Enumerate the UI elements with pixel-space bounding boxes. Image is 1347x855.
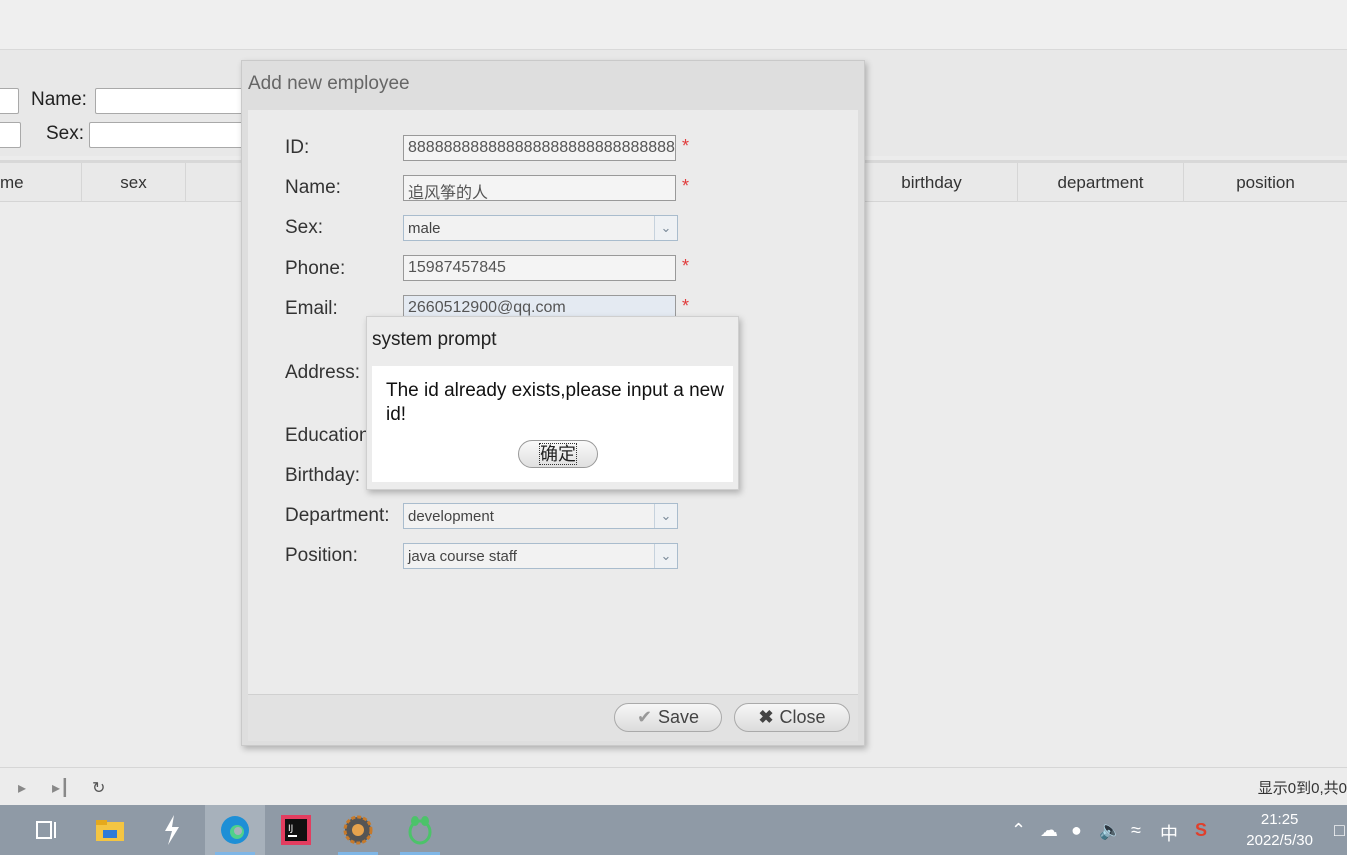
department-label: Department: (285, 505, 390, 526)
search-sex-label: Sex: (46, 123, 85, 144)
column-header-name[interactable]: me (0, 163, 82, 202)
cloud-icon[interactable]: ☁ (1040, 820, 1058, 841)
svg-text:IJ: IJ (288, 824, 293, 834)
pager: ▸ ▸┃ ↻ 显示0到0,共0 (0, 767, 1347, 805)
navicat-icon (408, 816, 432, 845)
task-view-icon (36, 821, 56, 839)
next-page-icon[interactable]: ▸ (18, 778, 26, 798)
email-required-mark: * (682, 296, 690, 316)
file-explorer-button[interactable] (80, 805, 140, 855)
position-select-value: java course staff (408, 548, 517, 565)
name-required-mark: * (682, 176, 690, 196)
phone-input[interactable]: 15987457845 (403, 255, 676, 281)
pager-info: 显示0到0,共0 (1257, 780, 1347, 797)
last-page-icon[interactable]: ▸┃ (52, 778, 70, 798)
chevron-up-icon[interactable]: ⌃ (1011, 820, 1026, 841)
chevron-down-icon[interactable]: ⌄ (654, 544, 677, 568)
birthday-label: Birthday: (285, 465, 360, 486)
dialog-footer: ✔ Save ✖ Close (248, 694, 858, 741)
task-view-button[interactable] (17, 805, 77, 855)
id-required-mark: * (682, 136, 690, 156)
close-button-label: Close (779, 707, 826, 727)
gear-icon (343, 815, 373, 845)
id-label: ID: (285, 137, 310, 158)
system-prompt-dialog: system prompt The id already exists,plea… (366, 316, 739, 490)
address-label: Address: (285, 362, 360, 383)
wifi-icon[interactable]: ≈ (1131, 820, 1141, 841)
close-button[interactable]: ✖ Close (734, 703, 850, 732)
column-header-department[interactable]: department (1018, 163, 1184, 202)
top-bar (0, 0, 1347, 50)
intellij-button[interactable]: IJ (266, 805, 326, 855)
column-header-birthday[interactable]: birthday (846, 163, 1018, 202)
speaker-muted-icon[interactable]: 🔈 (1099, 820, 1121, 841)
save-button-label: Save (658, 707, 700, 727)
hbuilder-button[interactable] (328, 805, 388, 855)
name-label: Name: (285, 177, 341, 198)
qq-icon[interactable]: ● (1071, 820, 1082, 841)
column-header-sex[interactable]: sex (82, 163, 186, 202)
prompt-message: The id already exists,please input a new… (386, 380, 724, 425)
folder-icon (96, 820, 124, 841)
vscode-button[interactable] (142, 805, 202, 855)
sex-select-value: male (408, 220, 441, 237)
search-field-partial-2[interactable] (0, 122, 21, 148)
department-select[interactable]: development ⌄ (403, 503, 678, 529)
refresh-icon[interactable]: ↻ (92, 778, 105, 798)
navicat-button[interactable] (390, 805, 450, 855)
department-select-value: development (408, 508, 494, 525)
search-name-label: Name: (31, 89, 87, 110)
name-input[interactable]: 追风筝的人 (403, 175, 676, 201)
clock-time: 21:25 (1260, 811, 1299, 828)
search-name-input[interactable] (95, 88, 245, 114)
sogou-input-icon[interactable]: S (1195, 820, 1207, 841)
edge-icon (221, 816, 249, 844)
sex-select[interactable]: male ⌄ (403, 215, 678, 241)
dialog-title: Add new employee (248, 73, 410, 94)
ok-button-label: 确定 (539, 443, 577, 465)
intellij-icon: IJ (281, 815, 311, 845)
position-select[interactable]: java course staff ⌄ (403, 543, 678, 569)
taskbar: IJ ⌃ ☁ ● 🔈 ≈ 中 S 21:25 2022/5/30 □ (0, 805, 1347, 855)
email-label: Email: (285, 298, 338, 319)
search-sex-input[interactable] (89, 122, 245, 148)
notification-icon[interactable]: □ (1334, 820, 1345, 841)
education-label: Education (285, 425, 370, 446)
column-header-blank[interactable] (186, 163, 246, 202)
check-icon: ✔ (636, 707, 653, 727)
ok-button[interactable]: 确定 (518, 440, 598, 468)
clock[interactable]: 21:25 2022/5/30 (1246, 809, 1313, 851)
clock-date: 2022/5/30 (1246, 832, 1313, 849)
sex-label: Sex: (285, 217, 324, 238)
save-button[interactable]: ✔ Save (614, 703, 722, 732)
edge-button[interactable] (205, 805, 265, 855)
phone-required-mark: * (682, 256, 690, 276)
chevron-down-icon[interactable]: ⌄ (654, 216, 677, 240)
lightning-icon (165, 815, 179, 845)
id-input[interactable]: 88888888888888888888888888888888 (403, 135, 676, 161)
phone-label: Phone: (285, 258, 346, 279)
prompt-body: The id already exists,please input a new… (372, 366, 733, 482)
prompt-title: system prompt (372, 329, 497, 350)
ime-indicator[interactable]: 中 (1160, 820, 1178, 846)
chevron-down-icon[interactable]: ⌄ (654, 504, 677, 528)
position-label: Position: (285, 545, 358, 566)
close-icon: ✖ (758, 707, 774, 727)
search-field-partial[interactable] (0, 88, 19, 114)
column-header-position[interactable]: position (1184, 163, 1347, 202)
